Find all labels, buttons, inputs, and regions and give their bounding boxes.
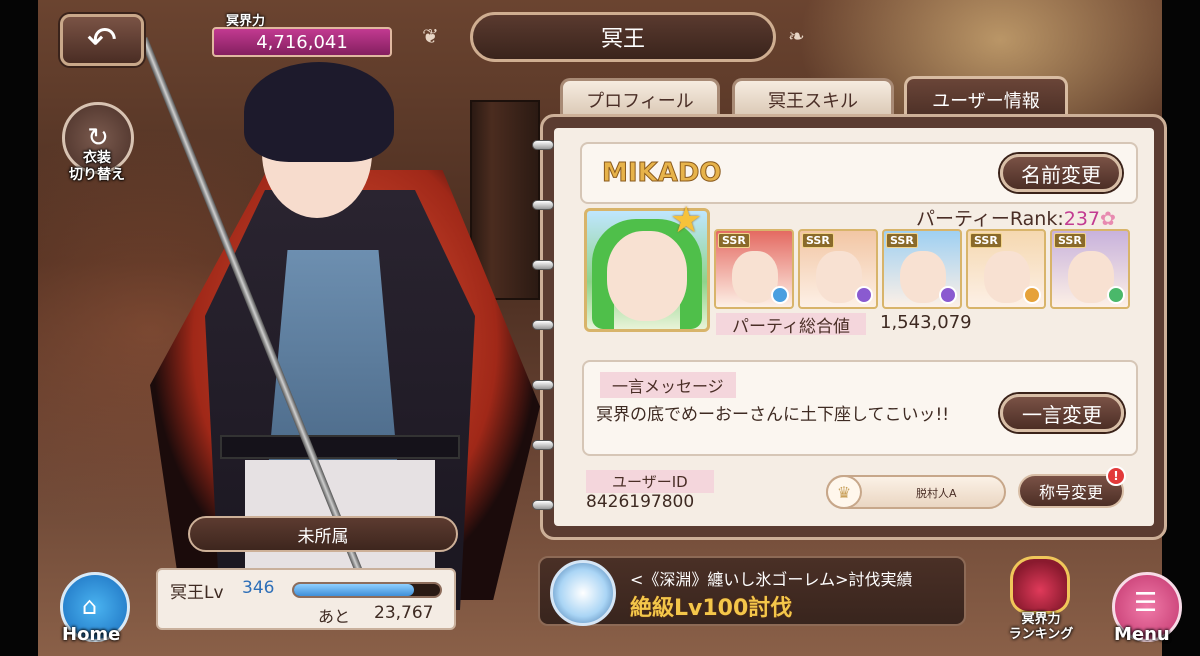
level-label: 冥王Lv — [170, 583, 224, 603]
power-value: 4,716,041 — [212, 27, 392, 57]
home-label: Home — [62, 624, 121, 645]
character-hair — [244, 62, 394, 162]
element-orb-icon — [1023, 286, 1041, 304]
left-letterbox — [0, 0, 38, 656]
tab-profile[interactable]: プロフィール — [560, 78, 720, 118]
level-progress-fill — [294, 584, 414, 596]
party-rank-value: 237 — [1063, 208, 1100, 230]
raid-result: 絶級Lv100討伐 — [630, 596, 793, 621]
notification-badge: ! — [1106, 466, 1126, 486]
character-belt — [220, 435, 460, 459]
binder-ring — [532, 260, 554, 270]
exp-remaining-value: 23,767 — [374, 603, 434, 623]
binder-ring — [532, 380, 554, 390]
crown-icon: ♛ — [826, 475, 862, 509]
party-member-card[interactable]: SSR — [714, 229, 794, 309]
page-title: 冥王 — [470, 12, 776, 62]
user-id-label: ユーザーID — [586, 470, 714, 493]
sakura-icon: ✿ — [1100, 208, 1116, 230]
leader-star-icon: ★ — [670, 200, 703, 241]
party-rank: パーティーRank:237✿ — [916, 204, 1116, 231]
home-icon: ⌂ — [82, 592, 98, 620]
rarity-badge: SSR — [1054, 233, 1086, 248]
right-letterbox — [1162, 0, 1200, 656]
binder-ring — [532, 440, 554, 450]
ornament-left-icon: ❦ — [422, 24, 439, 48]
element-orb-icon — [771, 286, 789, 304]
level-progress-bar — [292, 582, 442, 598]
party-member-card[interactable]: SSR — [798, 229, 878, 309]
exp-remaining-label: あと — [318, 607, 351, 626]
message-text: 冥界の底でめーおーさんに土下座してこいッ!! — [596, 405, 950, 425]
rarity-badge: SSR — [970, 233, 1002, 248]
raid-title: <《深淵》纏いし氷ゴーレム>討伐実績 — [630, 570, 913, 589]
binder-ring — [532, 500, 554, 510]
message-label: 一言メッセージ — [600, 372, 736, 398]
binder-ring — [532, 200, 554, 210]
title-value: 脱村人A — [916, 487, 957, 500]
crown-ranking-icon[interactable] — [1010, 556, 1070, 614]
leader-face — [607, 231, 687, 321]
menu-label: Menu — [1114, 624, 1170, 645]
party-member-card[interactable]: SSR — [882, 229, 962, 309]
element-orb-icon — [939, 286, 957, 304]
raid-boss-icon — [550, 560, 616, 626]
binder-ring — [532, 140, 554, 150]
party-total-label: パーティ総合値 — [716, 313, 866, 337]
ranking-label: 冥界力 ランキング — [1008, 612, 1074, 642]
element-orb-icon — [1107, 286, 1125, 304]
binder-ring — [532, 320, 554, 330]
user-name: MIKADO — [602, 158, 723, 189]
rarity-badge: SSR — [718, 233, 750, 248]
rarity-badge: SSR — [802, 233, 834, 248]
back-arrow-icon: ↶ — [86, 19, 118, 61]
change-message-button[interactable]: 一言変更 — [1000, 394, 1124, 432]
costume-switch-label: 衣装 切り替え — [69, 150, 125, 183]
hamburger-icon: ☰ — [1134, 588, 1158, 618]
level-value: 346 — [242, 578, 275, 598]
party-rank-label: パーティーRank: — [916, 208, 1064, 230]
ornament-right-icon: ❧ — [788, 24, 805, 48]
party-member-card[interactable]: SSR — [966, 229, 1046, 309]
user-id-value: 8426197800 — [586, 492, 695, 512]
tab-skill[interactable]: 冥王スキル — [732, 78, 894, 118]
party-total-value: 1,543,079 — [880, 312, 972, 333]
rarity-badge: SSR — [886, 233, 918, 248]
element-orb-icon — [855, 286, 873, 304]
affiliation-plate: 未所属 — [188, 516, 458, 552]
swap-cycle-icon: ↻ — [87, 123, 109, 153]
party-member-card[interactable]: SSR — [1050, 229, 1130, 309]
back-button[interactable]: ↶ — [60, 14, 144, 66]
rename-button[interactable]: 名前変更 — [1000, 154, 1122, 192]
